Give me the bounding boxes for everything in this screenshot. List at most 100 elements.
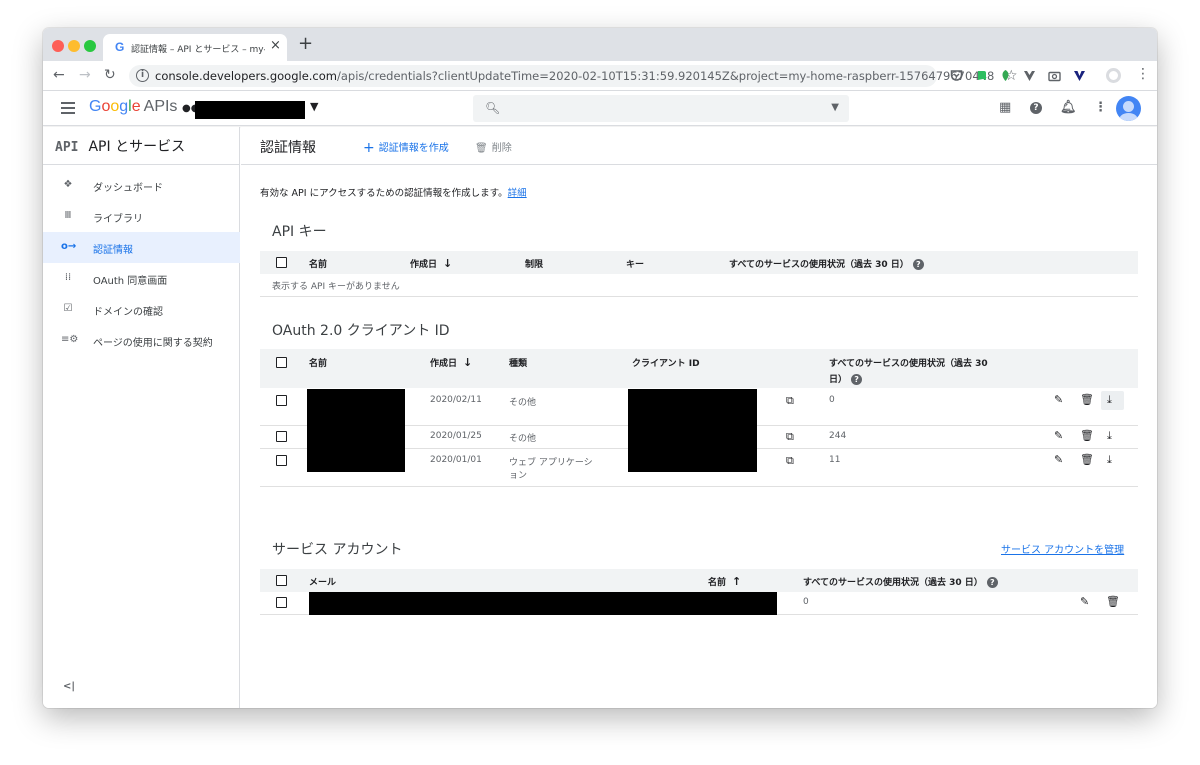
- column-header[interactable]: 種類: [509, 356, 527, 369]
- client-name-redacted[interactable]: [307, 448, 405, 472]
- column-header-usage[interactable]: すべてのサービスの使用状況（過去 30 日）?: [803, 575, 998, 588]
- profile-icon[interactable]: [1105, 67, 1122, 84]
- manage-service-accounts-link[interactable]: サービス アカウントを管理: [1001, 541, 1124, 556]
- help-icon[interactable]: ?: [851, 374, 863, 385]
- sidebar-item-page-agreements[interactable]: ≡⚙ ページの使用に関する契約: [43, 325, 240, 356]
- address-bar[interactable]: i console.developers.google.com/apis/cre…: [129, 65, 1018, 87]
- search-dropdown-icon[interactable]: ▼: [831, 102, 839, 113]
- help-icon[interactable]: ?: [986, 577, 998, 588]
- project-name-redacted[interactable]: [195, 101, 305, 119]
- column-header[interactable]: メール: [309, 575, 336, 588]
- copy-icon[interactable]: ⧉: [786, 454, 794, 468]
- info-icon[interactable]: i: [136, 69, 149, 82]
- minimize-window-button[interactable]: [68, 40, 80, 52]
- learn-more-link[interactable]: 詳細: [508, 188, 527, 199]
- edit-icon[interactable]: ✎: [1080, 595, 1089, 608]
- row-checkbox[interactable]: [276, 395, 287, 406]
- client-name-redacted[interactable]: [307, 425, 405, 449]
- column-header-name[interactable]: 名前 ↑: [708, 575, 741, 588]
- sidebar-item-oauth-consent[interactable]: ⁞⁞ OAuth 同意画面: [43, 263, 240, 294]
- created-date: 2020/01/25: [430, 431, 482, 441]
- browser-tab[interactable]: G 認証情報 – API とサービス – my-h ×: [103, 34, 287, 61]
- sidebar-item-domain-verification[interactable]: ☑ ドメインの確認: [43, 294, 240, 325]
- oauth-row[interactable]: 2020/02/11 その他 ⧉ 0 ✎ 🗑︎ ⤓: [260, 388, 1138, 427]
- delete-icon[interactable]: 🗑︎: [1080, 393, 1094, 406]
- collapse-sidebar-icon[interactable]: <|: [63, 681, 75, 692]
- close-window-button[interactable]: [52, 40, 64, 52]
- sidebar-item-library[interactable]: Ⅲ ライブラリ: [43, 201, 240, 232]
- reload-icon[interactable]: ↻: [104, 67, 116, 83]
- column-header[interactable]: クライアント ID: [632, 356, 700, 369]
- client-id-redacted[interactable]: [628, 389, 757, 427]
- download-button[interactable]: ⤓: [1101, 391, 1124, 410]
- download-icon[interactable]: ⤓: [1107, 453, 1112, 467]
- row-checkbox[interactable]: [276, 597, 287, 608]
- intro-description: 有効な API にアクセスするための認証情報を作成します。: [260, 188, 508, 199]
- client-id-redacted[interactable]: [628, 425, 757, 449]
- client-id-redacted[interactable]: [628, 448, 757, 472]
- empty-message: 表示する API キーがありません: [272, 282, 400, 292]
- search-input[interactable]: 🔍︎ ▼: [473, 95, 849, 122]
- column-header-usage[interactable]: すべてのサービスの使用状況（過去 30 日）?: [729, 257, 924, 270]
- delete-icon[interactable]: 🗑︎: [1080, 453, 1094, 466]
- edit-icon[interactable]: ✎: [1054, 429, 1063, 442]
- help-icon[interactable]: ?: [1030, 99, 1042, 114]
- column-header-usage[interactable]: すべてのサービスの使用状況（過去 30: [829, 356, 988, 369]
- notifications-icon[interactable]: 🔔︎: [1060, 100, 1077, 115]
- delete-icon[interactable]: 🗑︎: [1106, 595, 1120, 608]
- row-checkbox[interactable]: [276, 431, 287, 442]
- oauth-row[interactable]: 2020/01/25 その他 ⧉ 244 ✎ 🗑︎ ⤓: [260, 425, 1138, 449]
- close-tab-icon[interactable]: ×: [270, 38, 281, 53]
- create-credentials-button[interactable]: + 認証情報を作成: [363, 139, 449, 156]
- copy-icon[interactable]: ⧉: [786, 430, 794, 444]
- column-header[interactable]: 制限: [525, 257, 543, 270]
- google-apis-logo[interactable]: Google APIs: [89, 98, 177, 116]
- forward-icon[interactable]: →: [79, 67, 91, 83]
- select-all-checkbox[interactable]: [276, 257, 287, 268]
- plus-icon: +: [363, 140, 375, 156]
- created-date: 2020/02/11: [430, 395, 482, 405]
- gift-icon[interactable]: ▦: [999, 100, 1011, 115]
- camera-extension-icon[interactable]: [1048, 69, 1061, 82]
- pocket-extension-icon[interactable]: [950, 69, 963, 82]
- column-header[interactable]: 名前: [309, 356, 327, 369]
- client-name-redacted[interactable]: [307, 389, 405, 427]
- download-icon[interactable]: ⤓: [1107, 429, 1112, 443]
- column-header[interactable]: 名前: [309, 257, 327, 270]
- email-redacted[interactable]: [309, 592, 777, 615]
- delete-button[interactable]: 🗑︎ 削除: [475, 139, 512, 154]
- column-header-usage-cont[interactable]: 日）?: [829, 372, 863, 385]
- leaf-extension-icon[interactable]: [999, 69, 1012, 82]
- project-dropdown-icon[interactable]: ▼: [310, 100, 318, 113]
- maximize-window-button[interactable]: [84, 40, 96, 52]
- help-icon[interactable]: ?: [912, 259, 924, 270]
- hamburger-menu-icon[interactable]: [61, 102, 75, 114]
- vue-extension-icon[interactable]: [1023, 69, 1036, 82]
- edit-icon[interactable]: ✎: [1054, 453, 1063, 466]
- edit-icon[interactable]: ✎: [1054, 393, 1063, 406]
- avatar[interactable]: [1116, 96, 1141, 121]
- sidebar-item-credentials[interactable]: o→ 認証情報: [43, 232, 240, 263]
- logo-google: Google: [89, 98, 141, 115]
- back-icon[interactable]: ←: [53, 67, 65, 83]
- evernote-extension-icon[interactable]: [975, 69, 988, 82]
- usage-count: 0: [803, 597, 809, 607]
- column-header-label: すべてのサービスの使用状況（過去 30 日）: [803, 578, 983, 588]
- v-extension-icon[interactable]: [1073, 69, 1086, 82]
- column-header[interactable]: キー: [626, 257, 644, 270]
- column-header-created[interactable]: 作成日 ↓: [430, 356, 472, 369]
- oauth-row[interactable]: 2020/01/01 ウェブ アプリケーシ ョン ⧉ 11 ✎ 🗑︎ ⤓: [260, 448, 1138, 487]
- row-checkbox[interactable]: [276, 455, 287, 466]
- select-all-checkbox[interactable]: [276, 357, 287, 368]
- oauth-title: OAuth 2.0 クライアント ID: [272, 323, 450, 339]
- select-all-checkbox[interactable]: [276, 575, 287, 586]
- delete-icon[interactable]: 🗑︎: [1080, 429, 1094, 442]
- url-text[interactable]: console.developers.google.com/apis/crede…: [155, 69, 994, 83]
- browser-menu-icon[interactable]: ⋮: [1136, 66, 1150, 82]
- copy-icon[interactable]: ⧉: [786, 394, 794, 408]
- new-tab-icon[interactable]: +: [298, 33, 313, 54]
- sidebar-item-dashboard[interactable]: ❖ ダッシュボード: [43, 170, 240, 201]
- service-account-row[interactable]: 0 ✎ 🗑︎: [260, 592, 1138, 615]
- column-header-created[interactable]: 作成日 ↓: [410, 257, 452, 270]
- more-options-icon[interactable]: ⋮: [1094, 100, 1107, 115]
